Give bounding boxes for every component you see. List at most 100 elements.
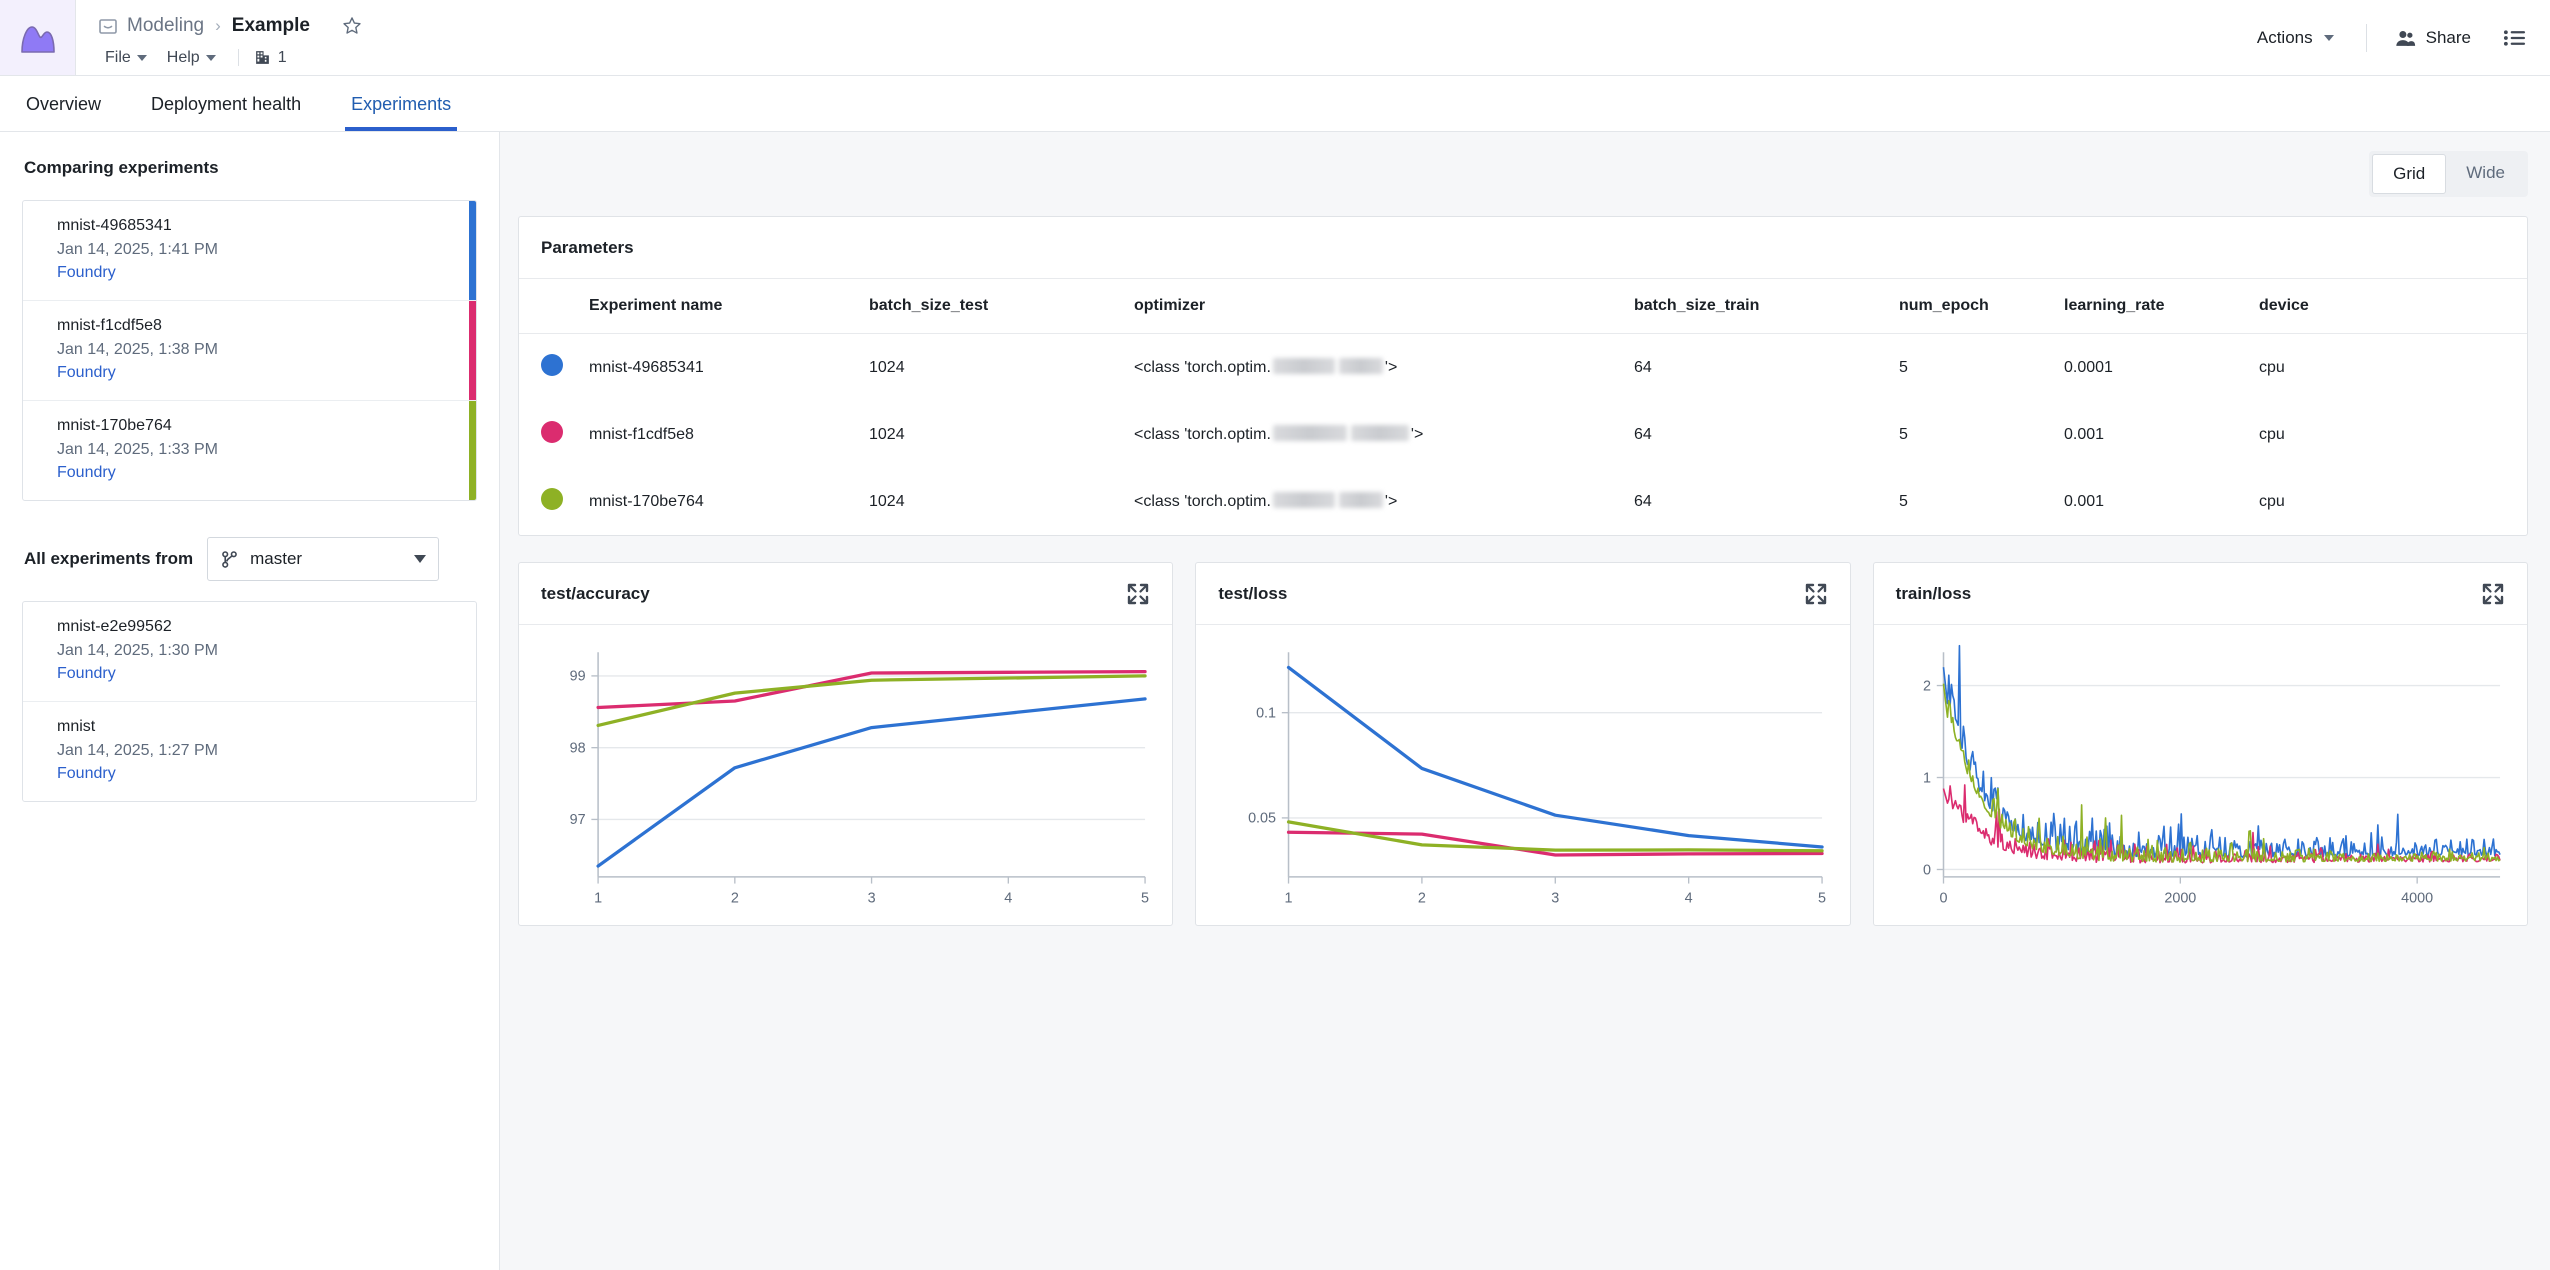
cell-device: cpu <box>2259 425 2285 443</box>
comparing-experiments-list: mnist-49685341 Jan 14, 2025, 1:41 PM Fou… <box>22 200 477 501</box>
git-branch-icon <box>222 550 237 568</box>
sidebar: Comparing experiments mnist-49685341 Jan… <box>0 132 500 1270</box>
tab-experiments[interactable]: Experiments <box>345 95 458 131</box>
x-tick-label: 0 <box>1939 891 1947 907</box>
parameters-header: Parameters <box>519 217 2527 279</box>
optimizer-prefix: <class 'torch.optim. <box>1134 492 1271 510</box>
cell-batch-size-test: 1024 <box>869 425 905 443</box>
cell-num-epoch: 5 <box>1899 358 1908 376</box>
top-bar-right: Actions Share <box>2243 0 2550 75</box>
chart-plot-train-loss: 0 1 2 0 2000 4000 <box>1923 644 2501 907</box>
breadcrumb-parent[interactable]: Modeling <box>127 15 204 37</box>
list-item[interactable]: mnist-e2e99562 Jan 14, 2025, 1:30 PM Fou… <box>23 602 476 702</box>
list-item[interactable]: mnist-49685341 Jan 14, 2025, 1:41 PM Fou… <box>23 201 476 301</box>
menu-divider <box>237 49 239 66</box>
expand-icon[interactable] <box>1126 582 1150 606</box>
experiment-name: mnist-49685341 <box>57 217 172 234</box>
expand-icon[interactable] <box>2481 582 2505 606</box>
chart-plot-test-accuracy: 97 98 99 1 2 3 4 5 <box>570 652 1149 907</box>
cell-batch-size-test: 1024 <box>869 492 905 510</box>
cell-learning-rate: 0.001 <box>2064 425 2105 443</box>
experiment-source[interactable]: Foundry <box>57 464 456 482</box>
view-toggle-wide-label: Wide <box>2466 163 2505 182</box>
list-item[interactable]: mnist-f1cdf5e8 Jan 14, 2025, 1:38 PM Fou… <box>23 301 476 401</box>
cell-experiment-name: mnist-f1cdf5e8 <box>589 425 694 443</box>
cell-optimizer: <class 'torch.optim. '> <box>1134 401 1634 468</box>
cell-learning-rate: 0.001 <box>2064 492 2105 510</box>
menu-file[interactable]: File <box>98 46 154 70</box>
column-batch-size-train: batch_size_train <box>1634 279 1899 334</box>
redacted-text <box>1272 492 1335 509</box>
x-tick-label: 2 <box>1418 891 1426 907</box>
cell-batch-size-train: 64 <box>1634 358 1652 376</box>
y-tick-label: 2 <box>1923 678 1931 694</box>
folder-icon <box>99 18 117 34</box>
redacted-text <box>1338 358 1383 375</box>
view-toggle-wide[interactable]: Wide <box>2446 154 2525 194</box>
chart-card-train-loss: train/loss 0 1 2 0 2000 4000 <box>1872 562 2528 926</box>
experiment-date: Jan 14, 2025, 1:27 PM <box>57 742 218 759</box>
share-label: Share <box>2425 27 2471 47</box>
x-tick-label: 1 <box>1285 891 1293 907</box>
main-toolbar: Grid Wide <box>518 132 2528 216</box>
experiment-source[interactable]: Foundry <box>57 364 456 382</box>
experiment-source[interactable]: Foundry <box>57 264 456 282</box>
cell-experiment-name: mnist-170be764 <box>589 492 704 510</box>
actions-label: Actions <box>2256 27 2313 47</box>
menu-file-label: File <box>105 48 131 66</box>
share-button[interactable]: Share <box>2385 20 2481 56</box>
experiment-date: Jan 14, 2025, 1:30 PM <box>57 642 218 659</box>
experiment-color-stripe <box>469 201 476 300</box>
y-tick-label: 0 <box>1923 862 1931 878</box>
organization-chip[interactable]: 1 <box>254 49 287 67</box>
app-logo[interactable] <box>0 0 76 75</box>
experiment-source[interactable]: Foundry <box>57 765 456 783</box>
star-icon[interactable] <box>341 15 363 37</box>
y-tick-label: 0.05 <box>1248 811 1276 827</box>
row-color-dot-cell <box>519 468 589 535</box>
actions-button[interactable]: Actions <box>2243 20 2348 56</box>
series-color-dot <box>541 354 563 376</box>
experiment-source[interactable]: Foundry <box>57 665 456 683</box>
menu-help[interactable]: Help <box>160 46 223 70</box>
column-batch-size-test: batch_size_test <box>869 279 1134 334</box>
tab-deployment-health-label: Deployment health <box>151 94 302 114</box>
cell-optimizer: <class 'torch.optim. '> <box>1134 334 1634 402</box>
series-line <box>1942 644 2501 859</box>
tab-overview[interactable]: Overview <box>20 95 107 131</box>
optimizer-suffix: '> <box>1384 492 1398 510</box>
experiment-date: Jan 14, 2025, 1:38 PM <box>57 341 218 358</box>
y-tick-label: 98 <box>570 740 586 756</box>
cell-batch-size-train: 64 <box>1634 492 1652 510</box>
column-experiment-name: Experiment name <box>589 279 869 334</box>
list-icon[interactable] <box>2503 28 2526 48</box>
list-item[interactable]: mnist Jan 14, 2025, 1:27 PM Foundry <box>23 702 476 801</box>
table-row[interactable]: mnist-170be764 1024 <class 'torch.optim.… <box>519 468 2527 535</box>
all-experiments-row: All experiments from master <box>24 537 477 581</box>
list-item[interactable]: mnist-170be764 Jan 14, 2025, 1:33 PM Fou… <box>23 401 476 500</box>
x-tick-label: 4000 <box>2401 891 2433 907</box>
optimizer-prefix: <class 'torch.optim. <box>1134 358 1271 376</box>
breadcrumb: Modeling › Example <box>98 11 363 41</box>
cell-learning-rate: 0.0001 <box>2064 358 2113 376</box>
table-row[interactable]: mnist-49685341 1024 <class 'torch.optim.… <box>519 334 2527 402</box>
charts-row: test/accuracy 97 98 99 1 2 3 4 5 test/loss <box>518 562 2528 926</box>
experiment-date: Jan 14, 2025, 1:33 PM <box>57 441 218 458</box>
row-color-dot-cell <box>519 334 589 402</box>
chart-title: test/loss <box>1218 583 1288 603</box>
body: Comparing experiments mnist-49685341 Jan… <box>0 132 2550 1270</box>
chart-plot-test-loss: 0.05 0.1 1 2 3 4 5 <box>1248 652 1826 907</box>
chart-title: train/loss <box>1895 583 1972 603</box>
toolbar-divider <box>2365 23 2367 52</box>
view-toggle-grid[interactable]: Grid <box>2372 154 2447 194</box>
expand-icon[interactable] <box>1804 582 1828 606</box>
x-tick-label: 1 <box>594 891 602 907</box>
cell-device: cpu <box>2259 492 2285 510</box>
view-toggle: Grid Wide <box>2369 151 2528 197</box>
redacted-text <box>1350 425 1409 442</box>
tab-deployment-health[interactable]: Deployment health <box>145 95 307 131</box>
series-color-dot <box>541 421 563 443</box>
table-header-row: Experiment name batch_size_test optimize… <box>519 279 2527 334</box>
table-row[interactable]: mnist-f1cdf5e8 1024 <class 'torch.optim.… <box>519 401 2527 468</box>
branch-select[interactable]: master <box>207 537 440 581</box>
